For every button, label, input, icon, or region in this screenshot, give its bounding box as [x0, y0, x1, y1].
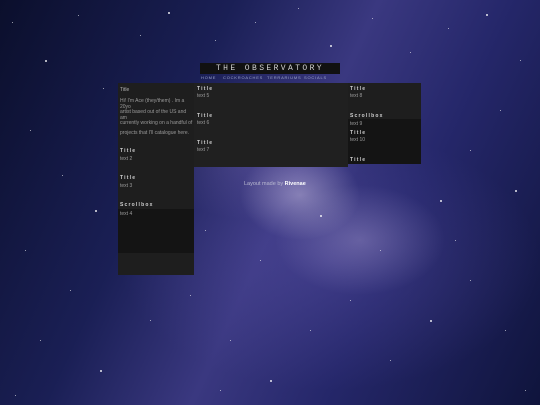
section-title: Title: [197, 86, 214, 92]
section-title: Title: [197, 140, 214, 146]
scrollbox-text: text 4: [120, 211, 133, 217]
section-text: text 10: [350, 137, 366, 143]
credit-prefix: Layout made by: [244, 181, 285, 187]
scrollbox[interactable]: text 4: [118, 209, 194, 253]
section-text: text 3: [120, 183, 133, 189]
section-text: text 7: [197, 147, 210, 153]
nav-cockroaches[interactable]: COCKROACHES: [223, 75, 263, 80]
nav-socials[interactable]: SOCIALS: [304, 75, 327, 80]
nav-home[interactable]: HOME: [201, 75, 216, 80]
scrollbox-text: text 9: [350, 121, 363, 127]
main-nav: HOME COCKROACHES TERRARIUMS SOCIALS: [200, 75, 340, 83]
intro-title: Title: [120, 87, 130, 93]
scrollbox[interactable]: text 9 Title text 10 Title: [348, 119, 421, 164]
section-title: Title: [120, 148, 137, 154]
section-text: text 2: [120, 156, 133, 162]
section-text: text 5: [197, 93, 210, 99]
nav-terrariums[interactable]: TERRARIUMS: [267, 75, 301, 80]
section-title: Title: [120, 175, 137, 181]
right-panel: Title text 8 Scrollbox text 9 Title text…: [348, 83, 421, 164]
section-title: Title: [350, 86, 367, 92]
layout-credit: Layout made by Rivenae: [244, 181, 306, 187]
section-text: text 8: [350, 93, 363, 99]
section-title: Title: [197, 113, 214, 119]
intro-line-4: projects that I'll catalogue here.: [120, 130, 190, 136]
left-panel: Title Hi! I'm Ace (they/them) . Im a 20y…: [118, 83, 194, 275]
site-title: THE OBSERVATORY: [200, 63, 340, 74]
starfield: [0, 0, 540, 405]
section-title: Title: [350, 130, 367, 136]
intro-line-3: currently working on a handful of: [120, 120, 193, 126]
scrollbox-title: Scrollbox: [120, 202, 154, 208]
section-text: text 6: [197, 120, 210, 126]
section-title: Title: [350, 157, 367, 163]
credit-author-link[interactable]: Rivenae: [285, 181, 306, 187]
middle-panel: Title text 5 Title text 6 Title text 7: [194, 83, 348, 167]
